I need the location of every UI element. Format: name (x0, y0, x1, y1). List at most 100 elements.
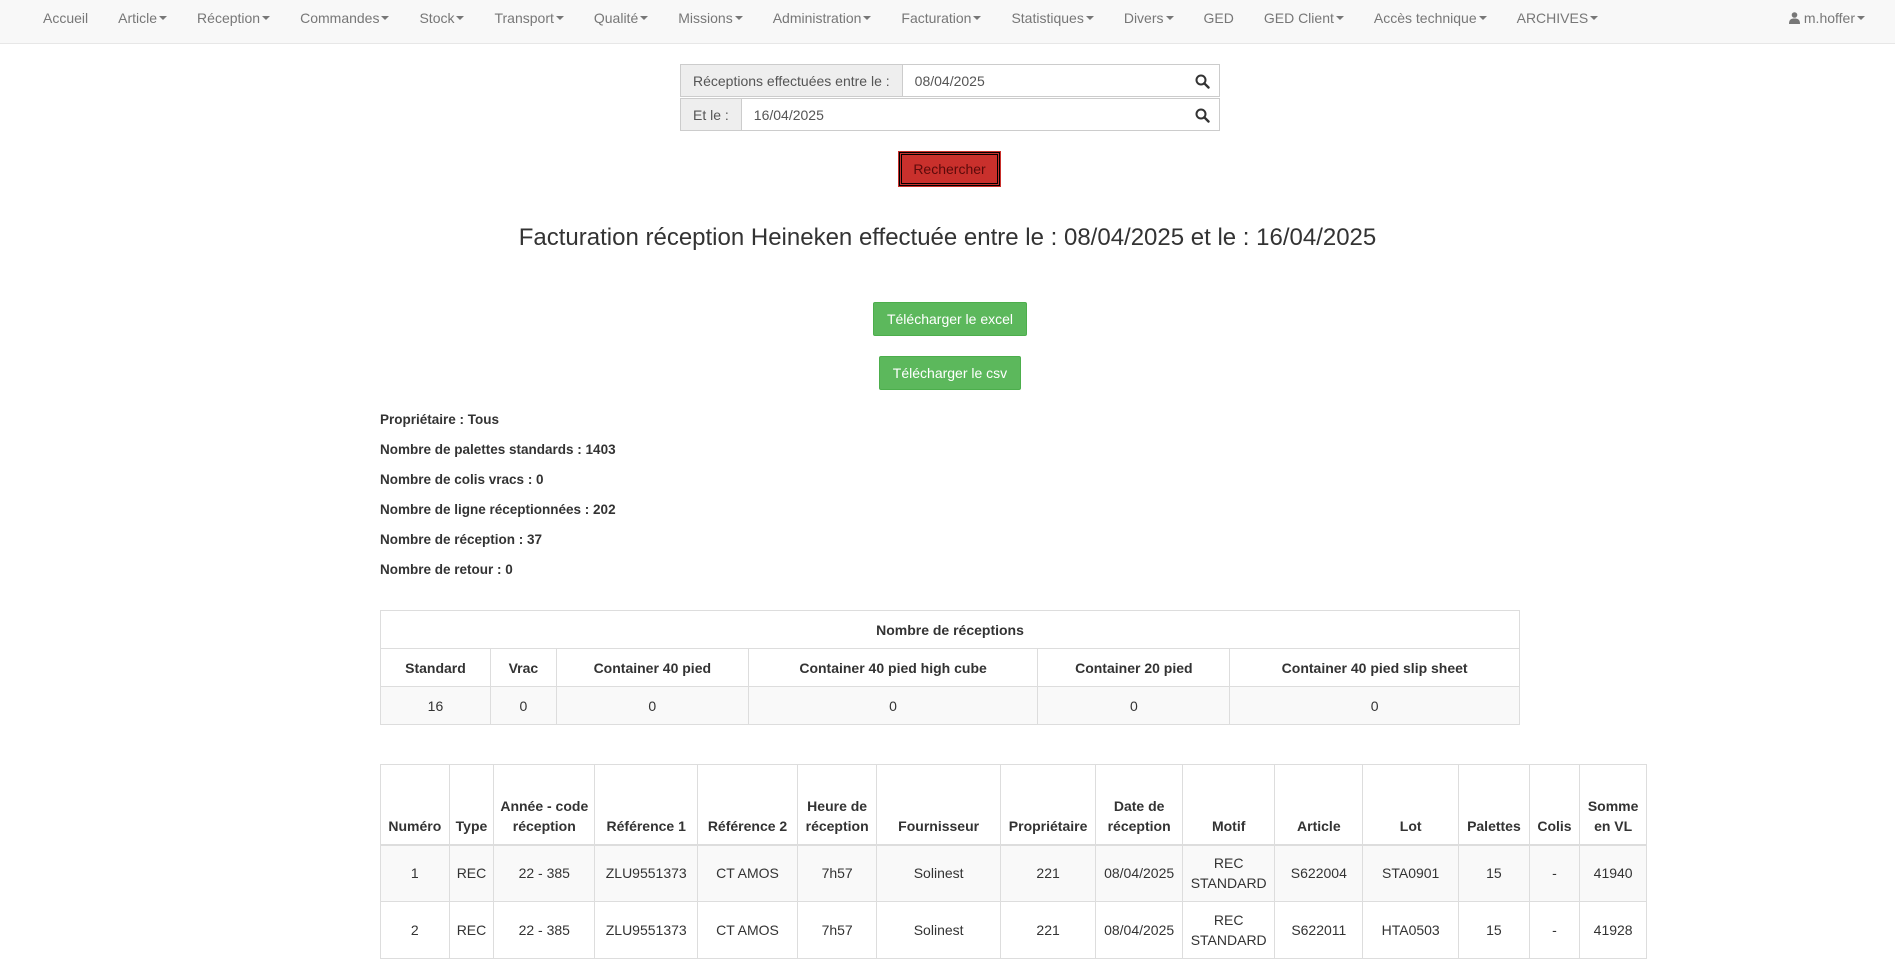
table-cell: 221 (999, 844, 1097, 902)
table-cell: CT AMOS (697, 844, 798, 902)
summary-header-row: Standard Vrac Container 40 pied Container 4… (380, 648, 1520, 687)
nav-item-label: Accès technique (1373, 10, 1477, 26)
table-cell: - (1528, 844, 1581, 902)
nav-item-6[interactable]: Qualité (579, 0, 663, 36)
chevron-down-icon (734, 16, 743, 20)
summary-values-row: 16 0 0 0 0 0 (380, 686, 1520, 725)
table-cell: 15 (1458, 844, 1530, 902)
nav-item-label: Commandes (300, 10, 380, 26)
chevron-down-icon (973, 16, 982, 20)
nav-item-1[interactable]: Article (103, 0, 182, 36)
nav-item-label: Statistiques (1011, 10, 1084, 26)
chevron-down-icon (262, 16, 271, 20)
table-cell: REC STANDARD (1181, 901, 1276, 959)
stat-line: Propriétaire : Tous (380, 412, 500, 427)
table-cell: 2 (380, 901, 450, 959)
receptions-summary-table: Nombre de réceptions Standard Vrac Contain… (380, 610, 1520, 725)
detail-header-row: Numéro Type Année - code réception Référenc… (380, 764, 1647, 846)
table-cell: HTA0503 (1362, 901, 1460, 959)
detail-header-cell: Motif (1181, 764, 1276, 846)
table-row: 2 REC 22 - 385 ZLU9551373 CT AMOS 7h57 Solines… (380, 901, 1647, 959)
search-icon[interactable] (1195, 108, 1210, 123)
nav-item-8[interactable]: Administration (758, 0, 887, 36)
end-date-group: Et le : 16/04/2025 (680, 98, 1220, 131)
nav-item-label: Article (118, 10, 158, 26)
chevron-down-icon (456, 16, 465, 20)
chevron-down-icon (1085, 16, 1094, 20)
nav-item-15[interactable]: ARCHIVES (1502, 0, 1614, 36)
detail-header-cell: Propriétaire (999, 764, 1097, 846)
summary-value-cell: 0 (489, 686, 557, 725)
nav-item-label: Administration (772, 10, 862, 26)
nav-item-3[interactable]: Commandes (285, 0, 404, 36)
chevron-down-icon (1590, 16, 1599, 20)
table-cell: S622011 (1274, 901, 1364, 959)
nav-item-label: Réception (197, 10, 261, 26)
nav-item-9[interactable]: Facturation (886, 0, 996, 36)
detail-header-cell: Palettes (1458, 764, 1530, 846)
nav-menu: Accueil Article Réception Commandes Stock Tra… (27, 0, 1613, 36)
table-cell: REC (448, 901, 495, 959)
nav-item-7[interactable]: Missions (663, 0, 757, 36)
nav-item-label: Qualité (593, 10, 639, 26)
stat-line: Nombre de palettes standards : 1403 (380, 442, 616, 457)
chevron-down-icon (1165, 16, 1174, 20)
table-cell: 221 (999, 901, 1097, 959)
search-icon[interactable] (1195, 74, 1210, 89)
nav-item-label: GED (1203, 10, 1234, 26)
chevron-down-icon (555, 16, 564, 20)
table-cell: REC STANDARD (1181, 844, 1276, 902)
nav-item-label: GED Client (1263, 10, 1334, 26)
table-cell: 1 (380, 844, 450, 902)
nav-item-4[interactable]: Stock (404, 0, 479, 36)
stat-line: Nombre de retour : 0 (380, 562, 513, 577)
page-title: Facturation réception Heineken effectuée… (518, 224, 1377, 251)
table-cell: - (1528, 901, 1581, 959)
download-csv-button[interactable]: Télécharger le csv (879, 356, 1021, 390)
table-cell: Solinest (876, 901, 1001, 959)
table-cell: 08/04/2025 (1095, 844, 1183, 902)
search-button[interactable]: Rechercher (899, 152, 1000, 186)
summary-value-cell: 0 (747, 686, 1039, 725)
table-cell: REC (448, 844, 495, 902)
user-menu[interactable]: m.hoffer (1788, 0, 1865, 36)
start-date-input[interactable]: 08/04/2025 (901, 64, 1220, 97)
download-excel-button[interactable]: Télécharger le excel (873, 302, 1027, 336)
detail-header-cell: Année - code réception (493, 764, 596, 846)
end-date-input[interactable]: 16/04/2025 (740, 98, 1220, 131)
nav-item-14[interactable]: Accès technique (1359, 0, 1502, 36)
summary-header-cell: Container 20 pied (1037, 648, 1231, 687)
nav-item-0[interactable]: Accueil (27, 0, 103, 36)
table-cell: 7h57 (796, 844, 878, 902)
user-icon (1788, 12, 1800, 24)
end-date-label: Et le : (680, 98, 741, 131)
nav-item-10[interactable]: Statistiques (996, 0, 1108, 36)
top-navbar: Accueil Article Réception Commandes Stock Tra… (0, 0, 1895, 44)
nav-item-2[interactable]: Réception (182, 0, 285, 36)
detail-header-cell: Colis (1528, 764, 1581, 846)
detail-header-cell: Type (448, 764, 495, 846)
detail-header-cell: Date de réception (1095, 764, 1183, 846)
nav-item-13[interactable]: GED Client (1249, 0, 1359, 36)
table-cell: 15 (1458, 901, 1530, 959)
summary-header-cell: Vrac (489, 648, 557, 687)
stat-line: Nombre de colis vracs : 0 (380, 472, 544, 487)
table-cell: STA0901 (1362, 844, 1460, 902)
start-date-group: Réceptions effectuées entre le : 08/04/2… (680, 64, 1220, 97)
nav-item-label: Stock (419, 10, 455, 26)
table-cell: S622004 (1274, 844, 1364, 902)
start-date-label: Réceptions effectuées entre le : (680, 64, 902, 97)
start-date-value: 08/04/2025 (914, 72, 985, 89)
receptions-detail-table: Numéro Type Année - code réception Référenc… (380, 764, 1647, 959)
nav-item-11[interactable]: Divers (1109, 0, 1189, 36)
summary-header-cell: Container 40 pied (555, 648, 749, 687)
nav-item-label: Missions (678, 10, 733, 26)
table-cell: 22 - 385 (493, 901, 596, 959)
nav-item-5[interactable]: Transport (479, 0, 578, 36)
detail-header-cell: Article (1274, 764, 1364, 846)
nav-item-label: Facturation (901, 10, 972, 26)
chevron-down-icon (1478, 16, 1487, 20)
table-cell: 41940 (1579, 844, 1647, 902)
chevron-down-icon (1335, 16, 1344, 20)
nav-item-12[interactable]: GED (1189, 0, 1249, 36)
